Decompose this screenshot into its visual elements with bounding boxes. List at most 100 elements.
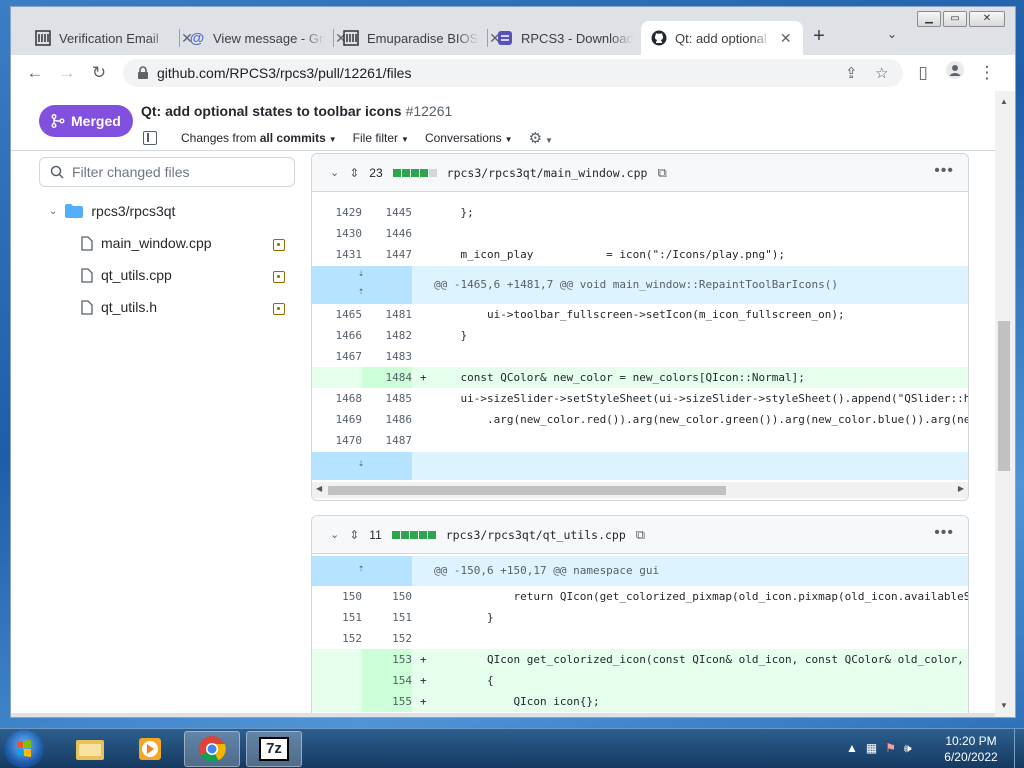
browser-menu-icon[interactable]: ⋮ xyxy=(975,61,999,85)
expand-lines-button[interactable]: ⇣ xyxy=(312,452,412,480)
tab-search-icon[interactable]: ⌄ xyxy=(887,27,897,41)
forward-icon[interactable]: → xyxy=(55,61,79,85)
diffstat-bars xyxy=(392,168,437,177)
maximize-icon[interactable]: ▭ xyxy=(943,11,967,27)
network-icon[interactable]: ▦ xyxy=(866,741,877,756)
new-line-number[interactable]: 1485 xyxy=(362,388,413,409)
old-line-number[interactable]: 1469 xyxy=(312,409,363,430)
settings-gear-icon[interactable]: ⚙ ▼ xyxy=(529,129,553,147)
tab-emuparadise[interactable]: Emuparadise BIOS ✕ xyxy=(333,21,513,55)
taskbar-chrome[interactable] xyxy=(184,731,240,767)
horizontal-scrollbar[interactable]: ◀ ▶ xyxy=(312,482,968,498)
filter-changed-files-input[interactable]: Filter changed files xyxy=(39,157,295,187)
clock[interactable]: 10:20 PM 6/20/2022 xyxy=(936,733,1006,765)
tree-folder-rpcs3qt[interactable]: ⌄ rpcs3/rpcs3qt xyxy=(49,203,175,219)
old-line-number[interactable]: 1468 xyxy=(312,388,363,409)
scrollbar-thumb[interactable] xyxy=(328,486,726,495)
new-line-number[interactable]: 151 xyxy=(362,607,412,628)
scroll-right-icon[interactable]: ▶ xyxy=(958,484,964,493)
scroll-left-icon[interactable]: ◀ xyxy=(316,484,322,493)
expand-lines-button[interactable]: ⇡ xyxy=(312,556,412,586)
show-hidden-icons[interactable]: ▲ xyxy=(846,741,858,756)
old-line-number[interactable]: 1431 xyxy=(312,244,363,265)
diffstat-bars xyxy=(391,530,436,539)
expand-lines-button[interactable]: ⇣ ⇡ xyxy=(312,266,412,304)
changes-from-dropdown[interactable]: Changes from all commits ▼ xyxy=(181,131,337,145)
diff-file-path[interactable]: rpcs3/rpcs3qt/main_window.cpp xyxy=(447,166,648,180)
new-line-number[interactable]: 1482 xyxy=(362,325,413,346)
new-line-number[interactable]: 1484 xyxy=(362,367,412,388)
new-line-number[interactable]: 1486 xyxy=(362,409,413,430)
old-line-number[interactable]: 150 xyxy=(312,586,362,607)
new-line-number[interactable]: 153 xyxy=(362,649,412,670)
share-icon[interactable]: ⇪ xyxy=(845,64,858,82)
new-line-number[interactable]: 1447 xyxy=(362,244,413,265)
toggle-file-tree-icon[interactable] xyxy=(143,131,157,145)
old-line-number[interactable]: 1429 xyxy=(312,202,363,223)
new-line-number[interactable]: 152 xyxy=(362,628,412,649)
pr-title-text: Qt: add optional states to toolbar icons xyxy=(141,103,402,119)
old-line-number[interactable]: 1470 xyxy=(312,430,363,451)
unfold-icon[interactable]: ⇕ xyxy=(349,528,359,542)
diff-file-header: ⌄ ⇕ 11 rpcs3/rpcs3qt/qt_utils.cpp ⧉ ••• xyxy=(312,516,968,554)
new-line-number[interactable]: 1481 xyxy=(362,304,413,325)
close-tab-icon[interactable]: ✕ xyxy=(779,30,793,47)
close-window-icon[interactable]: ✕ xyxy=(969,11,1005,27)
folder-icon xyxy=(76,740,104,760)
chevron-down-icon[interactable]: ⌄ xyxy=(330,166,339,179)
scroll-up-icon[interactable]: ▲ xyxy=(1000,97,1008,106)
tree-file-qt-utils-h[interactable]: qt_utils.h xyxy=(81,299,157,315)
profile-avatar-icon[interactable] xyxy=(943,61,967,85)
new-line-number[interactable]: 154 xyxy=(362,670,412,691)
lock-icon[interactable] xyxy=(137,66,149,83)
new-line-number[interactable]: 1483 xyxy=(362,346,413,367)
old-line-number[interactable]: 152 xyxy=(312,628,362,649)
old-line-number[interactable]: 1465 xyxy=(312,304,363,325)
code-line: } xyxy=(434,611,494,624)
tree-file-qt-utils-cpp[interactable]: qt_utils.cpp xyxy=(81,267,172,283)
tab-verification-email[interactable]: Verification Email ✕ xyxy=(25,21,205,55)
show-desktop-button[interactable] xyxy=(1014,729,1024,768)
more-options-icon[interactable]: ••• xyxy=(934,162,954,180)
new-line-number[interactable]: 155 xyxy=(362,691,412,712)
new-line-number[interactable]: 1487 xyxy=(362,430,413,451)
copy-icon[interactable]: ⧉ xyxy=(636,527,645,543)
new-line-number[interactable]: 150 xyxy=(362,586,412,607)
reload-icon[interactable]: ↻ xyxy=(87,61,111,85)
unfold-icon[interactable]: ⇕ xyxy=(349,166,359,180)
scroll-down-icon[interactable]: ▼ xyxy=(1000,701,1008,710)
old-line-number[interactable]: 1466 xyxy=(312,325,363,346)
old-line-number[interactable]: 151 xyxy=(312,607,362,628)
side-panel-icon[interactable]: ▯ xyxy=(911,61,935,85)
bookmark-star-icon[interactable]: ☆ xyxy=(875,64,888,82)
tab-rpcs3-download[interactable]: RPCS3 - Download ✕ xyxy=(487,21,667,55)
tab-qt-optional-states[interactable]: Qt: add optional states ✕ xyxy=(641,21,803,55)
copy-icon[interactable]: ⧉ xyxy=(657,165,666,181)
old-line-number[interactable]: 1430 xyxy=(312,223,363,244)
pr-title[interactable]: Qt: add optional states to toolbar icons… xyxy=(141,103,452,119)
merge-icon xyxy=(51,114,65,128)
diff-file-path[interactable]: rpcs3/rpcs3qt/qt_utils.cpp xyxy=(446,528,626,542)
taskbar-media-player[interactable] xyxy=(122,731,178,767)
taskbar-explorer[interactable] xyxy=(62,731,118,767)
back-icon[interactable]: ← xyxy=(23,61,47,85)
minimize-icon[interactable]: ▁ xyxy=(917,11,941,27)
page-scrollbar[interactable]: ▲ ▼ xyxy=(995,91,1015,717)
old-line-number[interactable]: 1467 xyxy=(312,346,363,367)
conversations-dropdown[interactable]: Conversations ▼ xyxy=(425,131,513,145)
action-center-flag-icon[interactable]: ⚑ xyxy=(885,741,896,756)
page-scrollbar-thumb[interactable] xyxy=(998,321,1010,471)
tree-file-main-window[interactable]: main_window.cpp xyxy=(81,235,212,251)
new-line-number[interactable]: 1445 xyxy=(362,202,413,223)
new-line-number[interactable]: 1446 xyxy=(362,223,413,244)
taskbar-7zip[interactable]: 7z xyxy=(246,731,302,767)
file-filter-dropdown[interactable]: File filter ▼ xyxy=(353,131,409,145)
address-bar[interactable]: github.com/RPCS3/rpcs3/pull/12261/files … xyxy=(123,59,903,87)
new-tab-button[interactable]: + xyxy=(807,25,831,48)
tab-view-message[interactable]: @ View message - Gmail ✕ xyxy=(179,21,359,55)
diff-file-header: ⌄ ⇕ 23 rpcs3/rpcs3qt/main_window.cpp ⧉ •… xyxy=(312,154,968,192)
volume-icon[interactable]: 🕪 xyxy=(904,741,912,756)
more-options-icon[interactable]: ••• xyxy=(934,524,954,542)
start-button[interactable] xyxy=(4,730,44,768)
chevron-down-icon[interactable]: ⌄ xyxy=(330,528,339,541)
